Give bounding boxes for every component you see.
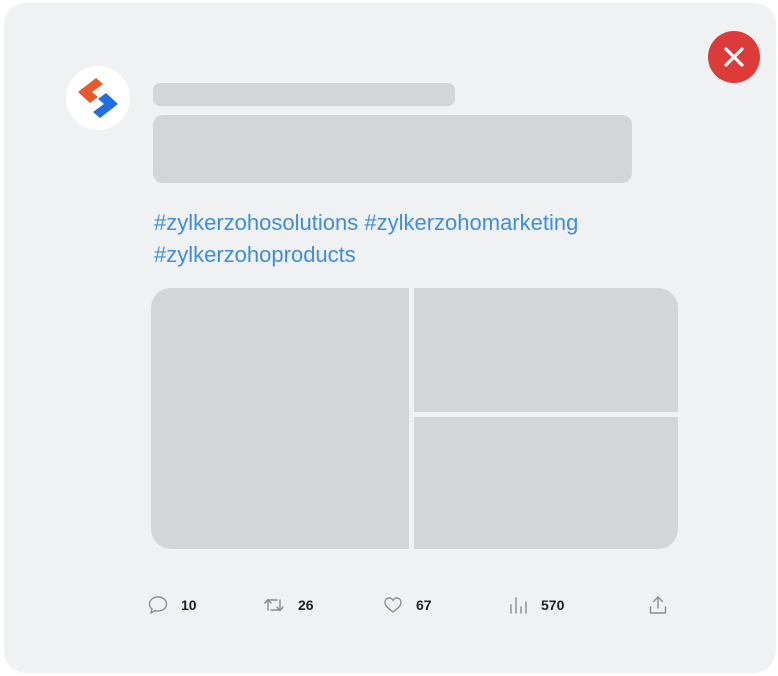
media-image-3[interactable]: [414, 417, 678, 549]
reply-button[interactable]: 10: [147, 593, 197, 617]
media-image-1[interactable]: [151, 288, 409, 549]
share-button[interactable]: [647, 593, 669, 617]
media-grid: [151, 288, 678, 549]
post-preview-card: #zylkerzohosolutions #zylkerzohomarketin…: [4, 3, 776, 673]
brand-logo-icon: [78, 78, 118, 118]
post-text-placeholder: [153, 115, 632, 183]
reply-count: 10: [181, 597, 197, 613]
comment-icon: [148, 596, 168, 614]
author-name-placeholder: [153, 83, 455, 106]
views-chart-icon: [510, 597, 527, 614]
repost-count: 26: [298, 597, 314, 613]
hashtag-list: #zylkerzohosolutions #zylkerzohomarketin…: [154, 207, 674, 271]
repost-button[interactable]: 26: [262, 593, 314, 617]
like-count: 67: [416, 597, 432, 613]
media-image-2[interactable]: [414, 288, 678, 412]
share-icon: [649, 596, 667, 614]
view-count: 570: [541, 597, 565, 613]
heart-icon: [384, 597, 402, 613]
avatar: [66, 66, 130, 130]
like-button[interactable]: 67: [382, 593, 432, 617]
hashtag-link[interactable]: #zylkerzohomarketing: [364, 210, 578, 235]
close-button[interactable]: [708, 31, 760, 83]
repost-icon: [264, 598, 284, 612]
close-icon: [724, 47, 744, 67]
hashtag-link[interactable]: #zylkerzohoproducts: [154, 242, 356, 267]
hashtag-link[interactable]: #zylkerzohosolutions: [154, 210, 358, 235]
views-button[interactable]: 570: [507, 593, 564, 617]
